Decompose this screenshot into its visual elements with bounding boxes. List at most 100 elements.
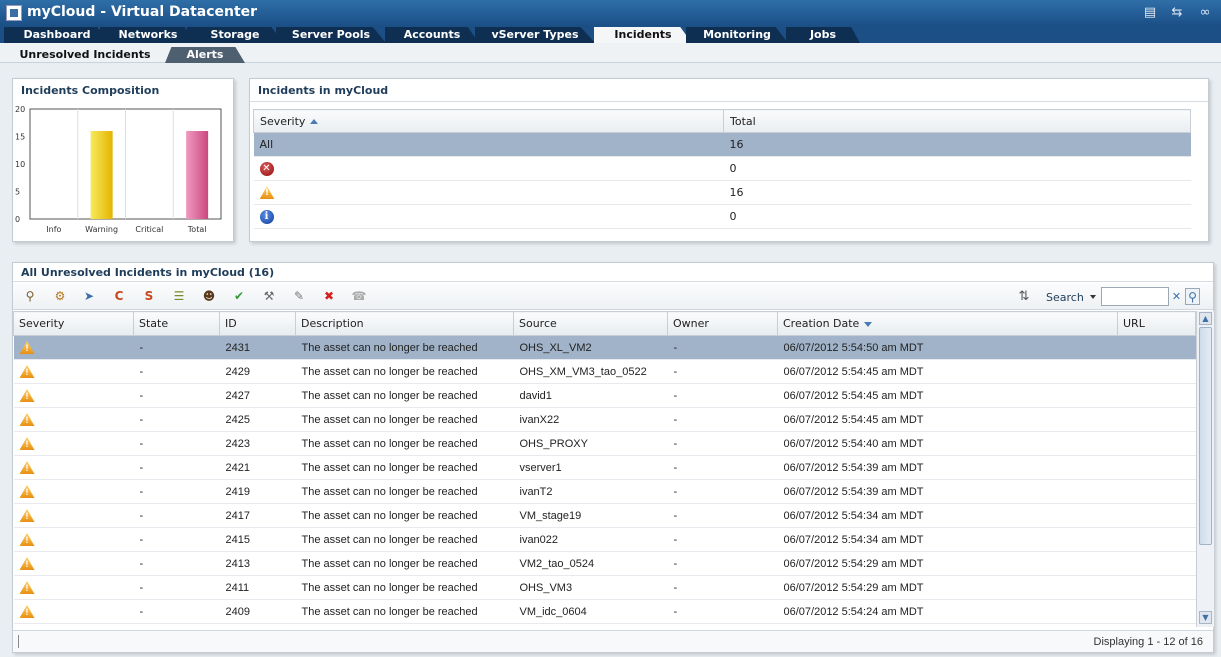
table-row[interactable]: ! -2419 The asset can no longer be reached… bbox=[13, 479, 1196, 504]
table-row[interactable]: ! -2431 The asset can no longer be reached… bbox=[13, 335, 1196, 360]
table-row[interactable]: ! -2425 The asset can no longer be reached… bbox=[13, 407, 1196, 432]
window-title: myCloud - Virtual Datacenter bbox=[27, 4, 258, 20]
state-cell: - bbox=[133, 599, 220, 624]
critical-icon: ✕ bbox=[259, 161, 274, 176]
tab-jobs[interactable]: Jobs bbox=[786, 27, 860, 43]
search-input[interactable] bbox=[1101, 287, 1169, 306]
url-cell bbox=[1117, 551, 1196, 576]
clear-search-icon[interactable]: ✕ bbox=[1169, 288, 1184, 305]
id-cell: 2421 bbox=[219, 455, 296, 480]
tab-monitoring[interactable]: Monitoring bbox=[686, 27, 788, 43]
link-icon[interactable]: ∞ bbox=[1197, 5, 1213, 21]
notes-icon[interactable]: ☰ bbox=[170, 288, 188, 305]
id-cell: 2411 bbox=[219, 575, 296, 600]
state-cell: - bbox=[133, 527, 220, 552]
sort-ascending-icon bbox=[310, 119, 319, 124]
column-header-total[interactable]: Total bbox=[723, 109, 1191, 133]
tab-networks[interactable]: Networks bbox=[100, 27, 196, 43]
warning-icon: ! bbox=[19, 557, 35, 570]
subtab-unresolved-incidents[interactable]: Unresolved Incidents bbox=[10, 47, 160, 63]
set-status-icon[interactable]: S bbox=[140, 288, 158, 305]
tab-storage[interactable]: Storage bbox=[187, 27, 283, 43]
column-header-owner[interactable]: Owner bbox=[667, 311, 778, 336]
unresolved-incidents-panel: All Unresolved Incidents in myCloud (16)… bbox=[12, 262, 1214, 653]
summary-title: Incidents in myCloud bbox=[258, 84, 389, 97]
table-row[interactable]: ! -2417 The asset can no longer be reached… bbox=[13, 503, 1196, 528]
severity-cell: ! bbox=[13, 479, 134, 504]
annotate-icon[interactable]: ➤ bbox=[80, 288, 98, 305]
vertical-scrollbar[interactable]: ▲ ▼ bbox=[1196, 311, 1214, 627]
severity-cell: ! bbox=[253, 180, 724, 205]
phone-icon[interactable]: ☎ bbox=[350, 288, 368, 305]
subtab-alerts[interactable]: Alerts bbox=[165, 47, 245, 63]
search-mode-label[interactable]: Search bbox=[1046, 291, 1084, 304]
column-header-url[interactable]: URL bbox=[1117, 311, 1196, 336]
state-cell: - bbox=[133, 359, 220, 384]
url-cell bbox=[1117, 575, 1196, 600]
table-row[interactable]: ! -2415 The asset can no longer be reached… bbox=[13, 527, 1196, 552]
tab-server-pools[interactable]: Server Pools bbox=[276, 27, 386, 43]
scrollbar-thumb[interactable] bbox=[1199, 327, 1212, 545]
y-tick-label: 10 bbox=[15, 160, 25, 169]
column-header-id[interactable]: ID bbox=[219, 311, 296, 336]
url-cell bbox=[1117, 599, 1196, 624]
table-row[interactable]: ! -2421 The asset can no longer be reached… bbox=[13, 455, 1196, 480]
owner-cell: - bbox=[667, 551, 778, 576]
column-header-severity[interactable]: Severity bbox=[253, 109, 724, 133]
x-tick-label: Critical bbox=[135, 225, 163, 234]
table-row[interactable]: ! -2411 The asset can no longer be reached… bbox=[13, 575, 1196, 600]
search-icon[interactable]: ⚲ bbox=[1185, 288, 1200, 305]
column-header-severity[interactable]: Severity bbox=[13, 311, 134, 336]
view-details-icon[interactable]: ⚲ bbox=[21, 288, 39, 305]
summary-row-critical[interactable]: ✕ 0 bbox=[253, 156, 1191, 181]
description-cell: The asset can no longer be reached bbox=[295, 335, 514, 360]
column-header-state[interactable]: State bbox=[133, 311, 220, 336]
creation-date-cell: 06/07/2012 5:54:45 am MDT bbox=[777, 407, 1118, 432]
owner-icon[interactable]: ☻ bbox=[200, 288, 218, 305]
scroll-up-icon[interactable]: ▲ bbox=[1199, 312, 1212, 325]
creation-date-cell: 06/07/2012 5:54:40 am MDT bbox=[777, 431, 1118, 456]
table-row[interactable]: ! -2427 The asset can no longer be reached… bbox=[13, 383, 1196, 408]
tab-incidents[interactable]: Incidents bbox=[594, 27, 692, 43]
summary-row-all[interactable]: All 16 bbox=[253, 132, 1191, 157]
tab-accounts[interactable]: Accounts bbox=[385, 27, 479, 43]
sync-icon[interactable]: ⇆ bbox=[1169, 5, 1185, 21]
edit-icon[interactable]: ✎ bbox=[290, 288, 308, 305]
owner-cell: - bbox=[667, 479, 778, 504]
acknowledge-icon[interactable]: ✔ bbox=[230, 288, 248, 305]
suppress-icon[interactable]: C bbox=[110, 288, 128, 305]
wrench-icon[interactable]: ⚒ bbox=[260, 288, 278, 305]
table-row[interactable]: ! -2409 The asset can no longer be reached… bbox=[13, 599, 1196, 624]
incidents-toolbar: ⚲ ⚙ ➤ C S ☰ ☻ ✔ ⚒ ✎ ✖ ☎ ⇅ Search ✕ ⚲ bbox=[13, 283, 1213, 310]
tab-dashboard[interactable]: Dashboard bbox=[4, 27, 110, 43]
table-row[interactable]: ! -2429 The asset can no longer be reached… bbox=[13, 359, 1196, 384]
scroll-down-icon[interactable]: ▼ bbox=[1199, 611, 1212, 624]
description-cell: The asset can no longer be reached bbox=[295, 527, 514, 552]
summary-row-warning[interactable]: ! 16 bbox=[253, 180, 1191, 205]
total-cell: 16 bbox=[723, 132, 1191, 157]
column-header-source[interactable]: Source bbox=[513, 311, 668, 336]
id-cell: 2413 bbox=[219, 551, 296, 576]
refresh-icon[interactable]: ⇅ bbox=[1016, 288, 1032, 305]
assign-icon[interactable]: ⚙ bbox=[51, 288, 69, 305]
id-cell: 2431 bbox=[219, 335, 296, 360]
state-cell: - bbox=[133, 407, 220, 432]
delete-icon[interactable]: ✖ bbox=[320, 288, 338, 305]
column-header-description[interactable]: Description bbox=[295, 311, 514, 336]
tab-vserver-types[interactable]: vServer Types bbox=[475, 27, 595, 43]
owner-cell: - bbox=[667, 503, 778, 528]
column-header-creation-date[interactable]: Creation Date bbox=[777, 311, 1118, 336]
document-icon[interactable]: ▤ bbox=[1142, 5, 1158, 21]
table-footer: Displaying 1 - 12 of 16 bbox=[13, 630, 1213, 652]
id-cell: 2417 bbox=[219, 503, 296, 528]
summary-row-info[interactable]: i 0 bbox=[253, 204, 1191, 229]
pagination-status: Displaying 1 - 12 of 16 bbox=[1093, 636, 1203, 648]
url-cell bbox=[1117, 503, 1196, 528]
warning-icon: ! bbox=[19, 581, 35, 594]
table-row[interactable]: ! -2423 The asset can no longer be reached… bbox=[13, 431, 1196, 456]
id-cell: 2409 bbox=[219, 599, 296, 624]
incidents-composition-panel: Incidents Composition 0 5 10 15 20 Info Warnin… bbox=[12, 78, 234, 242]
table-row[interactable]: ! -2413 The asset can no longer be reached… bbox=[13, 551, 1196, 576]
chevron-down-icon[interactable] bbox=[1090, 295, 1096, 299]
severity-cell: ✕ bbox=[253, 156, 724, 181]
